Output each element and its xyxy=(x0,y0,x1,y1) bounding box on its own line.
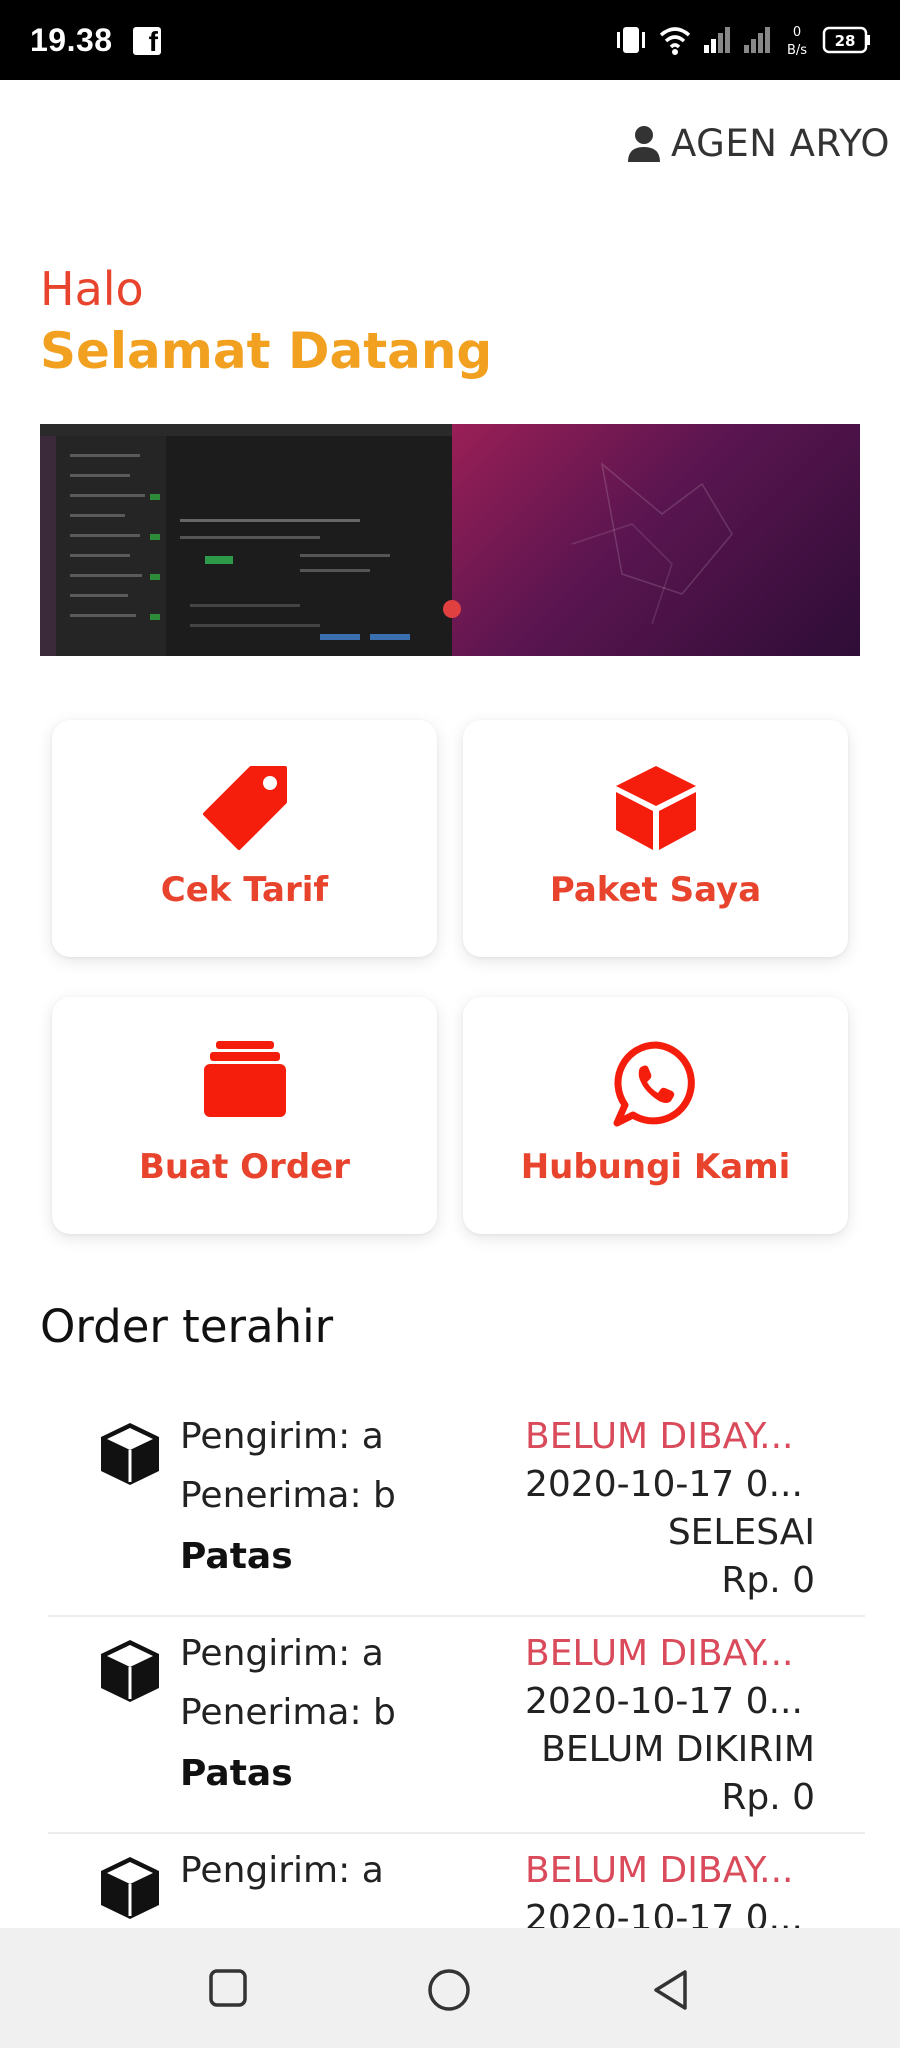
cek-tarif-card[interactable]: Cek Tarif xyxy=(52,720,437,957)
package-icon xyxy=(101,1640,159,1702)
order-price: Rp. 0 xyxy=(721,1777,815,1818)
order-date: 2020-10-17 0... xyxy=(525,1898,803,1928)
greeting-halo: Halo xyxy=(40,262,144,316)
system-nav-bar xyxy=(0,1928,900,2048)
order-service: Patas xyxy=(180,1536,293,1577)
home-circle-icon[interactable] xyxy=(427,1968,471,2012)
tag-icon xyxy=(202,766,287,850)
order-item[interactable]: Pengirim: a Penerima: b Patas BELUM DIBA… xyxy=(40,1400,865,1617)
person-icon xyxy=(627,125,660,162)
buat-order-label: Buat Order xyxy=(139,1147,350,1187)
wifi-icon xyxy=(659,27,691,55)
status-time: 19.38 xyxy=(30,22,113,58)
paket-saya-card[interactable]: Paket Saya xyxy=(463,720,848,957)
order-date: 2020-10-17 0... xyxy=(525,1464,803,1505)
signal-icon xyxy=(704,27,730,53)
whatsapp-icon xyxy=(613,1041,695,1127)
orders-section-title: Order terahir xyxy=(40,1300,334,1353)
order-receiver: Penerima: b xyxy=(180,1692,396,1733)
battery-level: 28 xyxy=(835,32,856,50)
data-rate-top: 0 xyxy=(793,25,801,40)
user-name: AGEN ARYO xyxy=(670,122,890,165)
order-sender: Pengirim: a xyxy=(180,1850,384,1891)
facebook-icon xyxy=(133,26,161,58)
order-status: SELESAI xyxy=(667,1512,815,1553)
order-price: Rp. 0 xyxy=(721,1560,815,1601)
vibrate-icon xyxy=(617,27,645,53)
order-service: Patas xyxy=(180,1753,293,1794)
package-icon xyxy=(101,1423,159,1485)
order-status: BELUM DIKIRIM xyxy=(541,1729,815,1770)
signal-icon xyxy=(744,27,770,53)
battery-icon: 28 xyxy=(822,26,870,54)
record-dot xyxy=(443,600,461,618)
cek-tarif-label: Cek Tarif xyxy=(160,870,329,910)
order-payment-status: BELUM DIBAY... xyxy=(525,1850,794,1891)
data-rate-bottom: B/s xyxy=(787,43,807,58)
buat-order-card[interactable]: Buat Order xyxy=(52,997,437,1234)
user-profile[interactable]: AGEN ARYO xyxy=(627,122,890,165)
greeting-welcome: Selamat Datang xyxy=(40,322,493,380)
back-triangle-icon[interactable] xyxy=(650,1968,690,2012)
hubungi-kami-card[interactable]: Hubungi Kami xyxy=(463,997,848,1234)
status-bar: 19.38 0 B/s xyxy=(0,0,900,80)
order-date: 2020-10-17 0... xyxy=(525,1681,803,1722)
package-icon xyxy=(101,1857,159,1919)
recents-square-icon[interactable] xyxy=(208,1968,248,2008)
data-speed-icon: 0 B/s xyxy=(787,25,807,58)
order-sender: Pengirim: a xyxy=(180,1633,384,1674)
banner-screenshot xyxy=(40,424,452,656)
promo-banner[interactable] xyxy=(40,424,860,656)
order-item[interactable]: Pengirim: a Penerima: b Patas BELUM DIBA… xyxy=(40,1617,865,1834)
order-item[interactable]: Pengirim: a BELUM DIBAY... 2020-10-17 0.… xyxy=(40,1834,865,1928)
order-payment-status: BELUM DIBAY... xyxy=(525,1416,794,1457)
status-icons: 0 B/s 28 xyxy=(614,20,872,60)
banner-wallpaper xyxy=(452,424,860,656)
hubungi-kami-label: Hubungi Kami xyxy=(520,1147,791,1187)
box-icon xyxy=(615,766,696,850)
order-sender: Pengirim: a xyxy=(180,1416,384,1457)
paket-saya-label: Paket Saya xyxy=(549,870,762,910)
order-receiver: Penerima: b xyxy=(180,1475,396,1516)
stack-icon xyxy=(203,1041,286,1117)
order-payment-status: BELUM DIBAY... xyxy=(525,1633,794,1674)
